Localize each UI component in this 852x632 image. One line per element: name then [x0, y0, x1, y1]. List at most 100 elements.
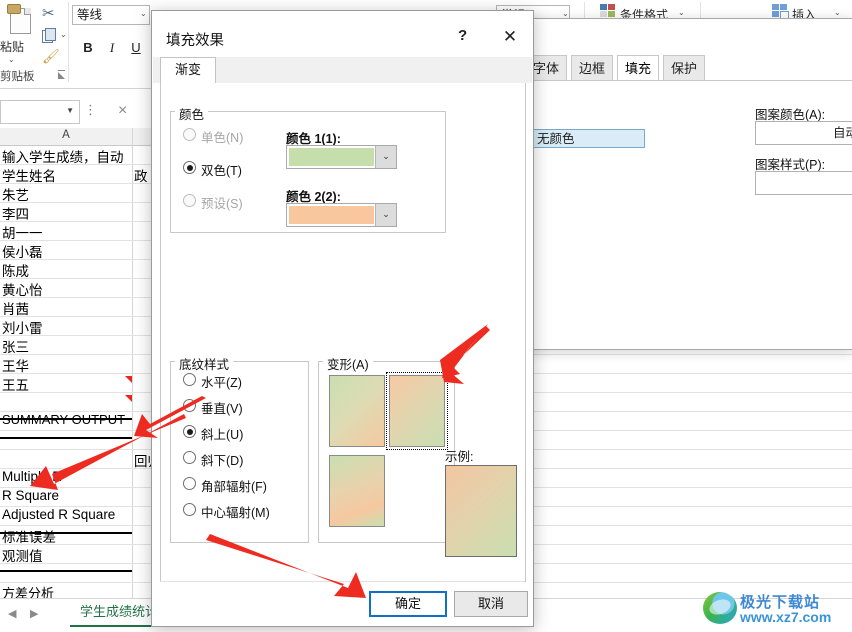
watermark-logo-icon: [703, 592, 737, 624]
tab-gradient[interactable]: 渐变: [160, 57, 217, 83]
shading-style-radio-4[interactable]: [183, 477, 196, 490]
variant-thumbnail-1[interactable]: [386, 372, 448, 450]
underline-button[interactable]: U: [126, 38, 146, 58]
cell-a[interactable]: Adjusted R Square: [2, 507, 130, 522]
shading-style-label-3[interactable]: 斜下(D): [201, 450, 243, 469]
paste-button-label[interactable]: 粘贴: [0, 38, 30, 55]
clipboard-group: 粘贴 ⌄ ✂ ⌄ 🖌 剪贴板: [0, 0, 70, 88]
cell-a[interactable]: Multiple R: [2, 469, 130, 484]
ribbon-divider: [68, 2, 69, 82]
color-mode-label-0: 单色(N): [201, 131, 244, 145]
italic-button[interactable]: I: [102, 38, 122, 58]
color-mode-radio-0: [183, 128, 196, 141]
no-color-button[interactable]: 无颜色: [531, 129, 645, 148]
cell-a[interactable]: 观测值: [2, 545, 130, 565]
cancel-button[interactable]: 取消: [454, 591, 528, 617]
bold-button[interactable]: B: [78, 38, 98, 58]
cell-a[interactable]: 王五: [2, 374, 130, 394]
sample-label: 示例:: [445, 450, 474, 464]
cell-a[interactable]: 张三: [2, 336, 130, 356]
report-border-mid: [0, 437, 132, 439]
shading-style-radio-0[interactable]: [183, 373, 196, 386]
sheet-prev-button[interactable]: ◀: [8, 607, 16, 620]
name-box[interactable]: ▼: [0, 100, 80, 124]
fill-effects-dialog: 填充效果 ? ✕ 渐变 颜色 单色(N) 双色(T) 预设(S) 颜色 1(1): …: [151, 10, 534, 627]
color-mode-radio-1[interactable]: [183, 161, 196, 174]
cell-a[interactable]: 胡一一: [2, 222, 130, 242]
cell-a[interactable]: 黄心怡: [2, 279, 130, 299]
format-painter-icon[interactable]: 🖌: [42, 48, 60, 65]
report-border-bottom: [0, 532, 132, 534]
format-cells-tab-3[interactable]: 填充: [617, 55, 659, 81]
cell-a[interactable]: 王华: [2, 355, 130, 375]
cell-a[interactable]: 肖茜: [2, 298, 130, 318]
shading-style-radio-2[interactable]: [183, 425, 196, 438]
shading-style-radio-3[interactable]: [183, 451, 196, 464]
fill-effects-title: 填充效果: [166, 33, 224, 49]
column-header-a[interactable]: A: [0, 129, 132, 141]
color1-combo[interactable]: ⌄: [286, 145, 397, 169]
color1-swatch: [289, 148, 374, 166]
formula-bar-grip: ⋮: [84, 102, 97, 117]
pattern-style-combo[interactable]: [755, 171, 852, 195]
color-mode-label-2: 预设(S): [201, 197, 243, 211]
font-name-input[interactable]: 等线: [72, 5, 150, 25]
watermark: 极光下载站 www.xz7.com: [700, 592, 852, 631]
help-icon[interactable]: ?: [458, 27, 467, 44]
conditional-format-icon[interactable]: [600, 4, 616, 18]
shading-style-label-5[interactable]: 中心辐射(M): [201, 502, 270, 521]
copy-icon[interactable]: [42, 28, 56, 43]
color-mode-radio-2: [183, 194, 196, 207]
sheet-next-button[interactable]: ▶: [30, 607, 38, 620]
cell-a[interactable]: 学生姓名: [2, 165, 130, 185]
cell-a[interactable]: 刘小雷: [2, 317, 130, 337]
shading-style-label-2[interactable]: 斜上(U): [201, 424, 243, 443]
copy-chevron-down-icon[interactable]: ⌄: [60, 30, 67, 39]
color2-chevron-down-icon[interactable]: ⌄: [375, 204, 396, 226]
fill-effects-body: 颜色 单色(N) 双色(T) 预设(S) 颜色 1(1): ⌄ 颜色 2(2): ⌄…: [160, 83, 526, 582]
cell-error-marker-2: [125, 395, 132, 402]
shading-style-label-4[interactable]: 角部辐射(F): [201, 476, 267, 495]
pattern-color-value: 自动: [832, 126, 852, 140]
cell-a[interactable]: 陈成: [2, 260, 130, 280]
shading-style-label-0[interactable]: 水平(Z): [201, 372, 242, 391]
color2-combo[interactable]: ⌄: [286, 203, 397, 227]
paste-chevron-down-icon[interactable]: ⌄: [8, 55, 15, 64]
format-cells-tab-2[interactable]: 边框: [571, 55, 613, 81]
conditional-format-chevron-down-icon[interactable]: ⌄: [678, 8, 685, 17]
shading-style-radio-1[interactable]: [183, 399, 196, 412]
ok-button[interactable]: 确定: [369, 591, 447, 617]
paste-icon[interactable]: [6, 4, 32, 38]
cell-a[interactable]: 李四: [2, 203, 130, 223]
color1-chevron-down-icon[interactable]: ⌄: [375, 146, 396, 168]
number-format-chevron-down-icon[interactable]: ⌄: [562, 9, 569, 18]
cell-a[interactable]: 侯小磊: [2, 241, 130, 261]
insert-icon[interactable]: [772, 4, 789, 19]
color-mode-label-1[interactable]: 双色(T): [201, 160, 242, 179]
variant-thumbnail-0[interactable]: [329, 375, 385, 447]
cut-icon[interactable]: ✂: [42, 4, 55, 22]
clipboard-group-label: 剪贴板: [0, 71, 35, 83]
cell-a[interactable]: 输入学生成绩，自动: [2, 146, 130, 166]
variant-thumbnail-2[interactable]: [329, 455, 385, 527]
cell-error-marker: [125, 376, 132, 383]
font-name-chevron-down-icon[interactable]: ⌄: [140, 9, 147, 18]
sample-preview: [445, 465, 517, 557]
format-cells-tab-underline: [491, 80, 852, 81]
shading-style-radio-5[interactable]: [183, 503, 196, 516]
pattern-color-combo[interactable]: 自动: [755, 121, 852, 145]
shading-style-title: 底纹样式: [175, 354, 234, 373]
shading-style-label-1[interactable]: 垂直(V): [201, 398, 243, 417]
cell-a[interactable]: 标准误差: [2, 526, 130, 546]
format-cells-tab-4[interactable]: 保护: [663, 55, 705, 81]
watermark-url: www.xz7.com: [740, 609, 832, 625]
clipboard-dialog-launcher-icon[interactable]: [58, 70, 67, 79]
name-box-chevron-down-icon[interactable]: ▼: [66, 106, 74, 115]
insert-chevron-down-icon[interactable]: ⌄: [834, 8, 841, 17]
formula-cancel-icon[interactable]: ×: [118, 102, 127, 120]
colors-group-title: 颜色: [175, 104, 209, 123]
cell-a[interactable]: 朱艺: [2, 184, 130, 204]
cell-a[interactable]: R Square: [2, 488, 130, 503]
close-icon[interactable]: ✕: [497, 25, 523, 49]
format-cells-dialog: × 齐字体边框填充保护 无颜色 ... 其他颜色(M)... 图案颜色(A): …: [490, 18, 852, 350]
